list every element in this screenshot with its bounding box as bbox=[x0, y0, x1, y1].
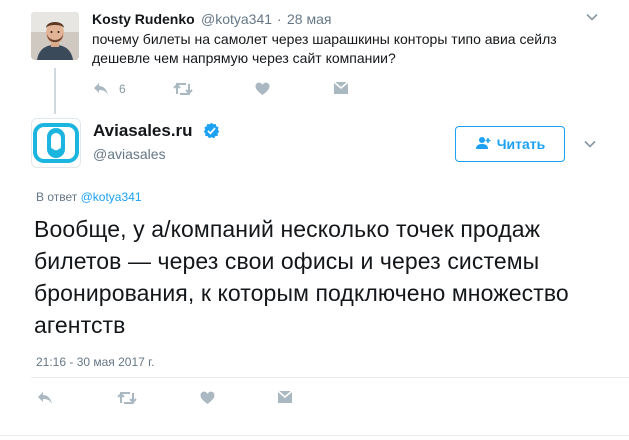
tweet-timestamp[interactable]: 21:16 - 30 мая 2017 г. bbox=[36, 355, 154, 369]
reply-to-prefix: В ответ bbox=[36, 190, 78, 204]
bottom-divider bbox=[0, 435, 629, 436]
add-user-icon bbox=[475, 136, 491, 153]
reply-to-handle-link[interactable]: @kotya341 bbox=[81, 190, 142, 204]
parent-reply-icon[interactable] bbox=[93, 82, 109, 101]
direct-message-icon[interactable] bbox=[277, 390, 293, 410]
parent-direct-message-icon[interactable] bbox=[333, 81, 349, 101]
follow-button[interactable]: Читать bbox=[455, 126, 565, 162]
avatar-kosty-rudenko[interactable] bbox=[31, 12, 79, 60]
divider bbox=[31, 377, 629, 378]
like-heart-icon[interactable] bbox=[200, 391, 215, 410]
parent-retweet-icon[interactable] bbox=[173, 82, 193, 101]
thread-connector-line bbox=[54, 68, 56, 114]
parent-reply-count: 6 bbox=[119, 82, 126, 96]
parent-tweet-text: почему билеты на самолет через шарашкины… bbox=[92, 31, 557, 66]
verified-badge-icon bbox=[203, 122, 220, 139]
parent-author-handle[interactable]: @kotya341 bbox=[201, 11, 272, 27]
retweet-icon[interactable] bbox=[117, 391, 137, 410]
follow-button-label: Читать bbox=[496, 136, 546, 152]
parent-like-heart-icon[interactable] bbox=[255, 82, 270, 101]
reply-context: В ответ @kotya341 bbox=[36, 190, 142, 204]
author-name[interactable]: Aviasales.ru bbox=[93, 121, 193, 141]
author-handle[interactable]: @aviasales bbox=[93, 146, 166, 162]
main-tweet-text: Вообще, у а/компаний несколько точек про… bbox=[34, 216, 569, 338]
reply-icon[interactable] bbox=[37, 391, 53, 410]
parent-author-name[interactable]: Kosty Rudenko bbox=[92, 11, 195, 27]
separator-dot: · bbox=[277, 11, 282, 27]
main-more-chevron-icon[interactable] bbox=[583, 137, 597, 154]
parent-tweet-date[interactable]: 28 мая bbox=[287, 11, 331, 27]
aviasales-logo-avatar[interactable] bbox=[31, 118, 81, 168]
parent-more-chevron-icon[interactable] bbox=[585, 10, 599, 27]
